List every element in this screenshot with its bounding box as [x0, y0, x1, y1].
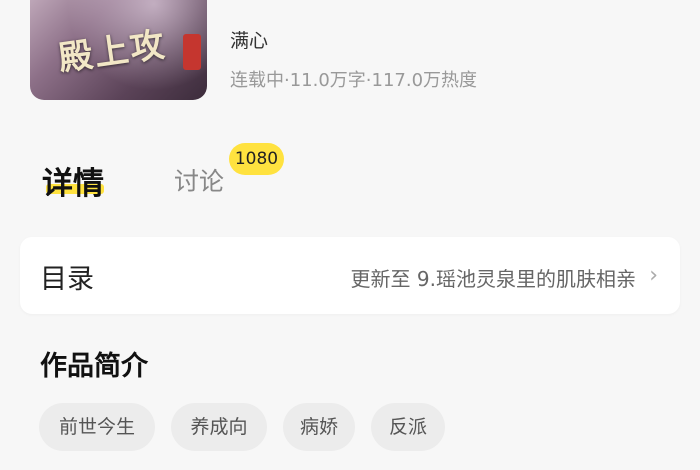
tag-chip[interactable]: 病娇 — [283, 403, 355, 451]
catalog-title: 目录 — [40, 264, 94, 295]
tag-chip[interactable]: 前世今生 — [39, 403, 155, 451]
tab-detail-label: 详情 — [42, 166, 104, 202]
chevron-right-icon: › — [649, 263, 658, 288]
discussion-count-badge: 1080 — [229, 143, 284, 175]
tag-chip[interactable]: 养成向 — [171, 403, 267, 451]
book-detail-page: 殿上攻 满心 连载中·11.0万字·117.0万热度 详情 讨论 1080 目录… — [0, 0, 700, 470]
cover-seal — [183, 34, 201, 70]
author-name[interactable]: 满心 — [230, 26, 268, 53]
intro-title: 作品简介 — [40, 351, 148, 382]
tab-discussion[interactable]: 讨论 — [174, 162, 224, 198]
tag-chip[interactable]: 反派 — [371, 403, 445, 451]
book-stats: 连载中·11.0万字·117.0万热度 — [230, 70, 478, 91]
latest-chapter: 更新至 9.瑶池灵泉里的肌肤相亲 — [350, 267, 636, 291]
catalog-row[interactable]: 目录 更新至 9.瑶池灵泉里的肌肤相亲 › — [20, 237, 680, 314]
tab-detail[interactable]: 详情 — [42, 158, 108, 202]
book-cover[interactable]: 殿上攻 — [30, 0, 207, 100]
